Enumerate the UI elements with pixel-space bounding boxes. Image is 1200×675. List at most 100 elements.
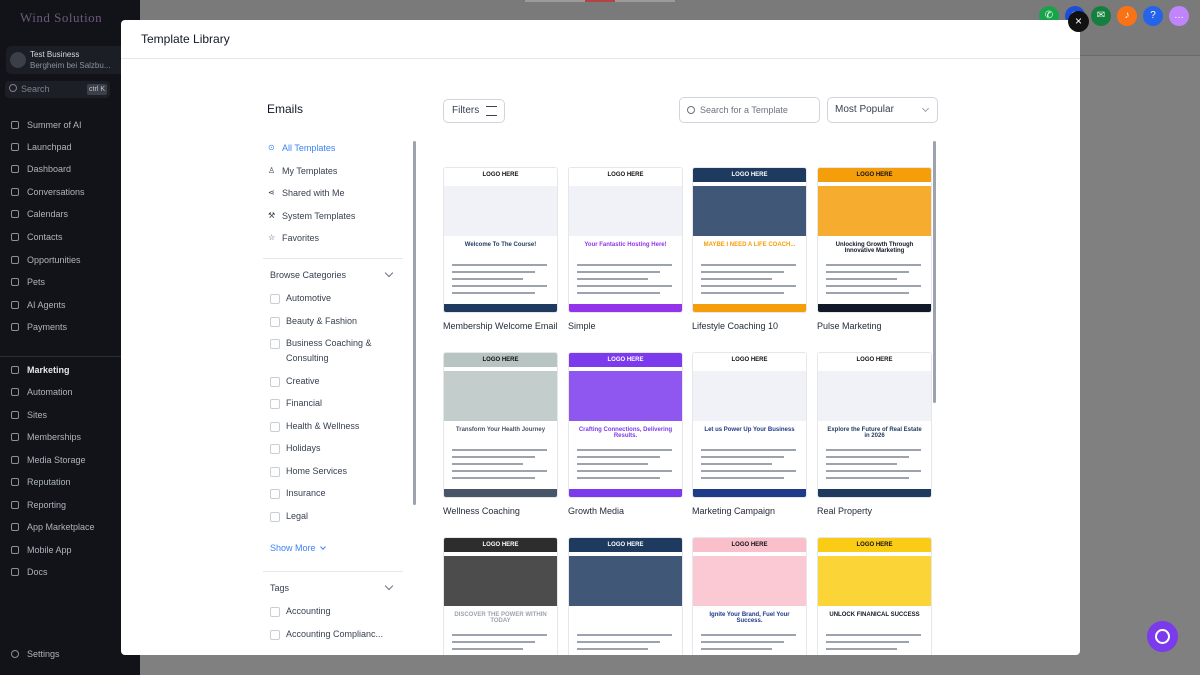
template-text-line [826,292,909,294]
nav-favorites[interactable]: ☆ Favorites [267,230,319,246]
category-checkbox[interactable]: Consulting [270,353,329,364]
template-card[interactable]: LOGO HERE UNLOCK FINANICAL SUCCESS [817,537,932,655]
sidebar-search[interactable]: Search ctrl K [5,81,110,98]
nav-all-templates[interactable]: ⊙ All Templates [267,140,335,156]
checkbox[interactable] [270,607,280,617]
template-text-line [701,634,796,636]
template-card[interactable]: LOGO HERE Transform Your Health Journey [443,352,558,498]
sidebar-item-settings[interactable]: Settings [0,645,140,663]
show-more-link[interactable]: Show More [270,543,326,553]
checkbox[interactable] [270,377,280,387]
template-name[interactable]: Simple [568,321,596,331]
checkbox[interactable] [270,399,280,409]
sidebar-item-summer-of-ai[interactable]: Summer of AI [0,116,140,134]
template-card[interactable]: LOGO HERE Unlocking Growth Through Innova… [817,167,932,313]
category-checkbox[interactable]: Insurance [270,488,326,499]
chevron-down-icon[interactable] [384,581,394,591]
sidebar-item-media-storage[interactable]: Media Storage [0,451,140,469]
sidebar-item-app-marketplace[interactable]: App Marketplace [0,518,140,536]
checkbox[interactable] [270,339,280,349]
template-name[interactable]: Pulse Marketing [817,321,882,331]
sidebar-item-payments[interactable]: Payments [0,318,140,336]
template-card[interactable]: LOGO HERE [568,537,683,655]
template-card[interactable]: LOGO HERE DISCOVER THE POWER WITHIN TODAY [443,537,558,655]
tags-header[interactable]: Tags [270,583,289,593]
template-search-input[interactable]: Search for a Template [679,97,820,123]
checkbox[interactable] [270,630,280,640]
sidebar-item-contacts[interactable]: Contacts [0,228,140,246]
checkbox[interactable] [270,489,280,499]
left-scrollbar[interactable] [413,141,416,505]
sidebar-item-pets[interactable]: Pets [0,273,140,291]
template-name[interactable]: Lifestyle Coaching 10 [692,321,778,331]
help-icon[interactable]: ? [1143,6,1163,26]
template-card[interactable]: LOGO HERE Explore the Future of Real Esta… [817,352,932,498]
sidebar-item-launchpad[interactable]: Launchpad [0,138,140,156]
grid-scrollbar[interactable] [933,141,936,403]
checkbox[interactable] [270,467,280,477]
category-checkbox[interactable]: Creative [270,376,320,387]
template-name[interactable]: Membership Welcome Email [443,321,557,331]
sidebar-item-marketing[interactable]: Marketing [0,361,140,379]
tag-checkbox[interactable]: Accounting [270,606,331,617]
template-headline: Unlocking Growth Through Innovative Mark… [835,242,914,254]
template-text-line [452,648,523,650]
template-card[interactable]: LOGO HERE Welcome To The Course! [443,167,558,313]
category-checkbox[interactable]: Legal [270,511,308,522]
sidebar-item-sites[interactable]: Sites [0,406,140,424]
template-footer [818,489,931,497]
grid-icon [11,523,19,531]
sidebar-item-reputation[interactable]: Reputation [0,473,140,491]
category-checkbox[interactable]: Business Coaching & [270,338,372,349]
category-checkbox[interactable]: Home Services [270,466,347,477]
template-name[interactable]: Wellness Coaching [443,506,520,516]
category-checkbox[interactable]: Financial [270,398,322,409]
template-name[interactable]: Marketing Campaign [692,506,775,516]
browse-categories-header[interactable]: Browse Categories [270,270,346,280]
template-card[interactable]: LOGO HERE Let us Power Up Your Business [692,352,807,498]
nav-system-templates[interactable]: ⚒ System Templates [267,208,355,224]
sidebar-item-conversations[interactable]: Conversations [0,183,140,201]
template-card[interactable]: LOGO HERE MAYBE I NEED A LIFE COACH... [692,167,807,313]
filters-button[interactable]: Filters [443,99,505,123]
template-name[interactable]: Real Property [817,506,872,516]
sidebar-item-mobile-app[interactable]: Mobile App [0,541,140,559]
template-card[interactable]: LOGO HERE Your Fantastic Hosting Here! [568,167,683,313]
category-checkbox[interactable]: Beauty & Fashion [270,316,357,327]
template-name[interactable]: Growth Media [568,506,624,516]
sidebar-item-calendars[interactable]: Calendars [0,205,140,223]
checkbox[interactable] [270,422,280,432]
business-switcher[interactable]: Test Business Bergheim bei Salzbu... [6,46,134,74]
category-checkbox[interactable]: Health & Wellness [270,421,359,432]
template-text-line [577,449,672,451]
nav-label: System Templates [282,211,356,221]
sidebar-item-opportunities[interactable]: Opportunities [0,251,140,269]
sidebar-item-automation[interactable]: Automation [0,383,140,401]
category-checkbox[interactable]: Automotive [270,293,331,304]
sort-select[interactable]: Most Popular [827,97,938,123]
announcement-icon[interactable]: ✉ [1091,6,1111,26]
category-checkbox[interactable]: Holidays [270,443,321,454]
tag-checkbox[interactable]: Accounting Complianc... [270,629,383,640]
checkbox[interactable] [270,294,280,304]
template-headline: Let us Power Up Your Business [704,427,795,433]
nav-my-templates[interactable]: ♙ My Templates [267,163,337,179]
template-card[interactable]: LOGO HERE Crafting Connections, Deliverin… [568,352,683,498]
checkbox[interactable] [270,444,280,454]
sidebar-item-docs[interactable]: Docs [0,563,140,581]
sidebar-item-dashboard[interactable]: Dashboard [0,160,140,178]
template-text-line [701,648,772,650]
chat-widget-button[interactable] [1147,621,1178,652]
checkbox[interactable] [270,317,280,327]
nav-shared-with-me[interactable]: ⋖ Shared with Me [267,185,345,201]
sidebar-item-memberships[interactable]: Memberships [0,428,140,446]
chevron-down-icon[interactable] [384,268,394,278]
checkbox[interactable] [270,512,280,522]
sidebar-item-ai-agents[interactable]: AI Agents [0,296,140,314]
sidebar-item-reporting[interactable]: Reporting [0,496,140,514]
close-modal-button[interactable]: × [1068,11,1089,32]
bell-icon[interactable]: ♪ [1117,6,1137,26]
template-text-line [452,456,535,458]
template-card[interactable]: LOGO HERE Ignite Your Brand, Fuel Your Su… [692,537,807,655]
avatar-icon[interactable]: … [1169,6,1189,26]
